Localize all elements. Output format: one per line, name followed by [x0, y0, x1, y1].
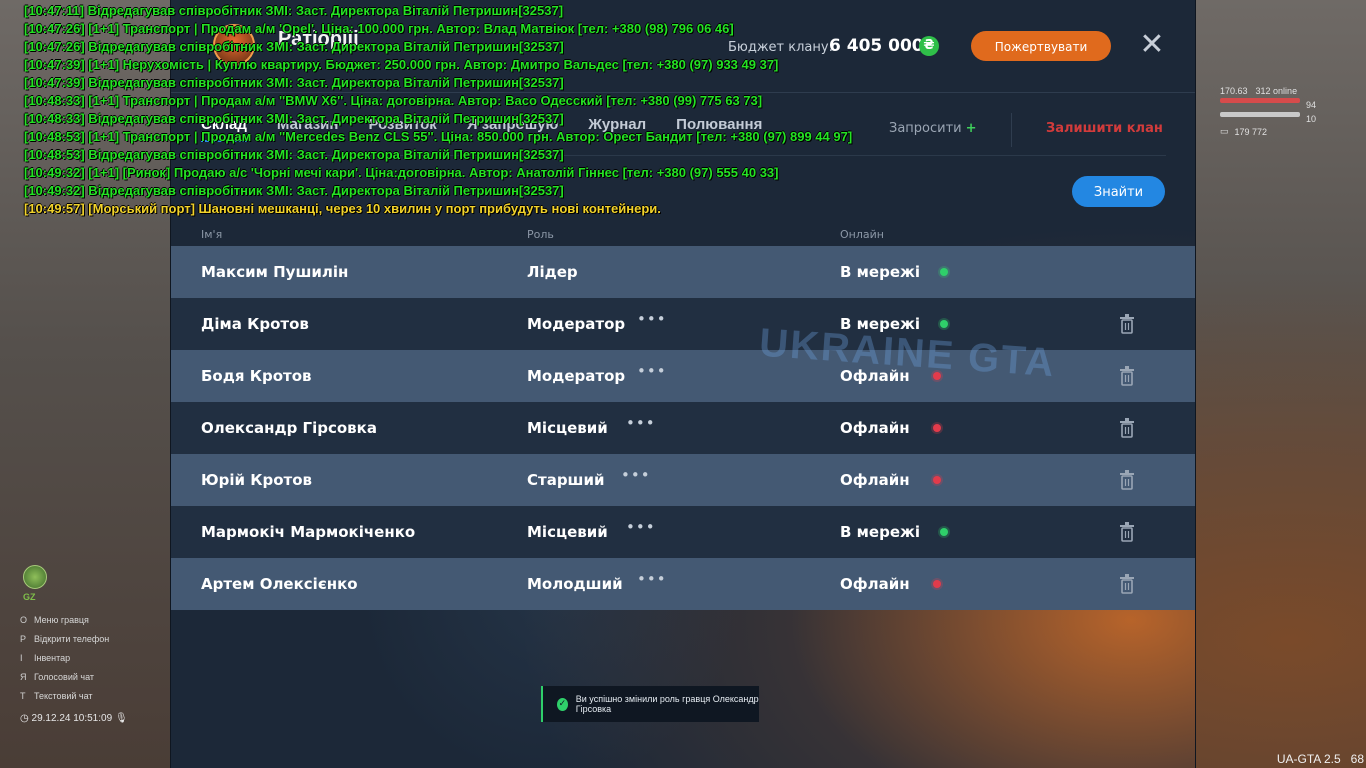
- member-role: Місцевий: [527, 523, 608, 541]
- member-name: Олександр Гірсовка: [201, 419, 377, 437]
- member-role: Молодший: [527, 575, 623, 593]
- members-table: Максим Пушилін Лідер В мережі Діма Крото…: [171, 246, 1195, 610]
- member-role: Місцевий: [527, 419, 608, 437]
- invite-button[interactable]: Запросити +: [889, 121, 977, 136]
- chat-line: [10:48:33] [1+1] Транспорт | Продам а/м …: [24, 93, 763, 108]
- member-name: Максим Пушилін: [201, 263, 349, 281]
- online-indicator: [940, 320, 948, 328]
- clock-icon: ◷: [20, 713, 32, 724]
- column-online: Онлайн: [840, 228, 884, 241]
- hud-datetime: ◷ 29.12.24 10:51:09 🎙: [20, 713, 128, 724]
- hud-menu-item: I Інвентар: [20, 652, 71, 663]
- member-status: В мережі: [840, 263, 921, 281]
- member-name: Діма Кротов: [201, 315, 309, 333]
- trash-icon[interactable]: [1119, 522, 1135, 542]
- member-name: Артем Олексієнко: [201, 575, 358, 593]
- chat-line: [10:47:26] [1+1] Транспорт | Продам а/м …: [24, 21, 734, 36]
- hud-value: 312 online: [1255, 86, 1298, 96]
- hud-menu: GZ O Меню гравця P Відкрити телефон I Інвен…: [20, 565, 128, 724]
- armor-bar: [1220, 112, 1300, 117]
- health-value: 94: [1306, 100, 1317, 110]
- check-icon: ✓: [557, 697, 568, 711]
- hud-menu-item: T Текстовий чат: [20, 690, 93, 701]
- trash-icon[interactable]: [1119, 314, 1135, 334]
- member-role: Лідер: [527, 263, 578, 281]
- hud-menu-item: P Відкрити телефон: [20, 633, 110, 644]
- trash-icon[interactable]: [1119, 418, 1135, 438]
- member-name: Юрій Кротов: [201, 471, 313, 489]
- success-toast: ✓ Ви успішно змінили роль гравця Олексан…: [541, 686, 759, 722]
- chat-line: [10:47:39] [1+1] Нерухомість | Куплю ква…: [24, 57, 779, 72]
- chat-line: [10:49:32] Відредагував співробітник ЗМІ…: [24, 183, 564, 198]
- column-name: Ім'я: [201, 228, 223, 241]
- plus-icon: +: [965, 121, 977, 136]
- money-value: 179 772: [1234, 126, 1268, 137]
- leave-clan-button[interactable]: Залишити клан: [1046, 121, 1163, 136]
- hud-menu-item: O Меню гравця: [20, 614, 89, 625]
- health-bar: [1220, 98, 1300, 103]
- role-menu-icon[interactable]: •••: [626, 518, 656, 536]
- table-row[interactable]: Олександр Гірсовка Місцевий ••• Офлайн: [171, 402, 1195, 454]
- hud-menu-item: Я Голосовий чат: [20, 671, 94, 682]
- member-status: Офлайн: [840, 575, 910, 593]
- hryvnia-icon: ₴: [919, 36, 939, 56]
- donate-button[interactable]: Пожертвувати: [971, 31, 1111, 61]
- chat-line: [10:48:53] Відредагував співробітник ЗМІ…: [24, 147, 564, 162]
- hud-value: 170.63: [1220, 86, 1248, 96]
- trash-icon[interactable]: [1119, 470, 1135, 490]
- fps-counter: 68: [1350, 752, 1364, 766]
- game-version: UA-GTA 2.5 68: [1276, 752, 1364, 766]
- chat-line: [10:47:26] Відредагував співробітник ЗМІ…: [24, 39, 564, 54]
- chat-line: [10:48:53] [1+1] Транспорт | Продам а/м …: [24, 129, 853, 144]
- member-status: Офлайн: [840, 419, 910, 437]
- zone-icon: [23, 565, 47, 589]
- toast-message: Ви успішно змінили роль гравця Олександр…: [575, 694, 759, 714]
- role-menu-icon[interactable]: •••: [637, 362, 667, 380]
- offline-indicator: [933, 424, 941, 432]
- member-name: Бодя Кротов: [201, 367, 312, 385]
- table-row[interactable]: Мармокіч Мармокіченко Місцевий ••• В мер…: [171, 506, 1195, 558]
- hud-status-bars: 170.63 312 online 94 10 ▭ 179 772: [1220, 86, 1316, 137]
- table-row[interactable]: Максим Пушилін Лідер В мережі: [171, 246, 1195, 298]
- role-menu-icon[interactable]: •••: [621, 466, 651, 484]
- money-icon: ▭: [1220, 126, 1229, 136]
- member-status: В мережі: [840, 523, 921, 541]
- chat-line: [10:47:11] Відредагував співробітник ЗМІ…: [24, 3, 564, 18]
- role-menu-icon[interactable]: •••: [637, 570, 667, 588]
- table-row[interactable]: Артем Олексієнко Молодший ••• Офлайн: [171, 558, 1195, 610]
- zone-label: GZ: [23, 592, 36, 602]
- armor-value: 10: [1306, 114, 1317, 124]
- close-icon[interactable]: ✕: [1139, 30, 1165, 60]
- online-indicator: [940, 528, 948, 536]
- chat-line: [10:49:32] [1+1] [Ринок] Продаю а/с 'Чор…: [24, 165, 779, 180]
- member-status: Офлайн: [840, 471, 910, 489]
- table-row[interactable]: Юрій Кротов Старший ••• Офлайн: [171, 454, 1195, 506]
- member-role: Модератор: [527, 315, 626, 333]
- chat-line: [10:48:33] Відредагував співробітник ЗМІ…: [24, 111, 564, 126]
- role-menu-icon[interactable]: •••: [637, 310, 667, 328]
- trash-icon[interactable]: [1119, 366, 1135, 386]
- microphone-icon: 🎙: [114, 713, 128, 724]
- online-indicator: [940, 268, 948, 276]
- member-role: Старший: [527, 471, 605, 489]
- chat-line: [10:49:57] [Морський порт] Шановні мешка…: [24, 201, 661, 216]
- trash-icon[interactable]: [1119, 574, 1135, 594]
- chat-log: [10:47:11] Відредагував співробітник ЗМІ…: [24, 2, 852, 218]
- offline-indicator: [933, 580, 941, 588]
- role-menu-icon[interactable]: •••: [626, 414, 656, 432]
- member-name: Мармокіч Мармокіченко: [201, 523, 416, 541]
- offline-indicator: [933, 476, 941, 484]
- column-role: Роль: [527, 228, 554, 241]
- find-button[interactable]: Знайти: [1072, 176, 1165, 207]
- chat-line: [10:47:39] Відредагував співробітник ЗМІ…: [24, 75, 564, 90]
- divider: [1011, 113, 1012, 147]
- member-role: Модератор: [527, 367, 626, 385]
